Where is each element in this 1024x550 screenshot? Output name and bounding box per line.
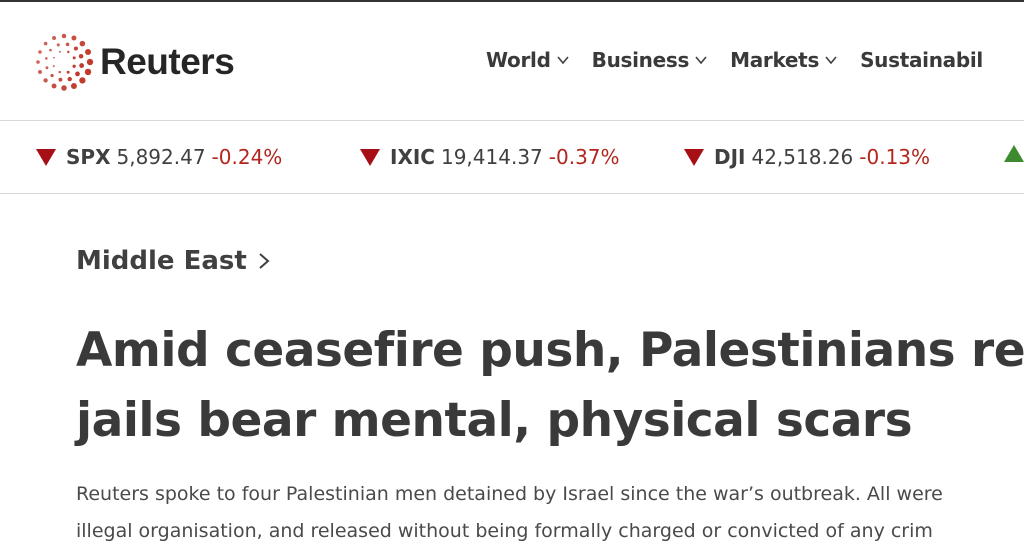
logo-dot — [79, 77, 86, 84]
chevron-down-icon — [557, 56, 569, 65]
logo-dot — [67, 76, 72, 82]
logo-dot — [45, 66, 49, 70]
logo-dot — [43, 78, 48, 83]
logo-dot — [58, 50, 61, 53]
logo-dot — [75, 71, 80, 77]
logo-dot — [79, 63, 85, 68]
ticker-item-spx[interactable]: SPX 5,892.47 -0.24% — [36, 145, 282, 169]
ticker-item-dji[interactable]: DJI 42,518.26 -0.13% — [684, 145, 930, 169]
main-nav: World Business Markets Sustainabil — [486, 48, 1005, 72]
nav-item-markets[interactable]: Markets — [730, 48, 838, 72]
logo-dot — [79, 40, 86, 47]
logo-dot — [72, 56, 76, 60]
chevron-right-icon — [259, 253, 270, 269]
article-headline: Amid ceasefire push, Palestinians rele j… — [76, 316, 1024, 456]
market-ticker: SPX 5,892.47 -0.24% IXIC 19,414.37 -0.37… — [0, 120, 1024, 194]
logo-dot — [58, 77, 63, 82]
ticker-symbol: DJI — [714, 145, 746, 169]
brand-name: Reuters — [100, 41, 235, 82]
up-arrow-icon — [1004, 145, 1024, 162]
logo-dot — [52, 56, 55, 59]
logo-dot — [38, 50, 42, 54]
logo-dot — [84, 68, 92, 76]
ticker-value: 19,414.37 — [440, 145, 543, 169]
chevron-down-icon — [825, 56, 837, 65]
ticker-change: -0.24% — [211, 145, 283, 169]
section-breadcrumb[interactable]: Middle East — [76, 246, 271, 276]
down-arrow-icon — [36, 148, 56, 166]
logo-dot — [85, 49, 92, 56]
logo-dot — [86, 58, 94, 66]
logo-dot — [52, 65, 55, 68]
ticker-item-partial[interactable] — [1004, 145, 1024, 162]
down-arrow-icon — [360, 148, 380, 166]
logo-dot — [52, 35, 57, 40]
logo-dot — [51, 83, 57, 89]
chevron-down-icon — [695, 56, 707, 65]
logo-dot — [45, 57, 48, 60]
nav-item-sustainability[interactable]: Sustainabil — [860, 48, 983, 72]
down-arrow-icon — [684, 148, 704, 166]
ticker-symbol: SPX — [66, 145, 111, 169]
logo-dot — [71, 35, 77, 41]
ticker-item-ixic[interactable]: IXIC 19,414.37 -0.37% — [360, 145, 620, 169]
ticker-change: -0.13% — [859, 145, 931, 169]
ticker-change: -0.37% — [548, 145, 620, 169]
logo-dot — [36, 60, 40, 64]
section-label: Middle East — [76, 246, 247, 276]
nav-item-label: Business — [591, 48, 690, 72]
reuters-logo-link[interactable]: Reuters — [32, 30, 235, 94]
ticker-value: 42,518.26 — [751, 145, 854, 169]
logo-dot — [58, 70, 61, 74]
nav-item-label: World — [486, 48, 551, 72]
nav-item-label: Markets — [730, 48, 820, 72]
logo-dot — [61, 85, 67, 91]
logo-dot — [72, 64, 76, 68]
headline-line: Amid ceasefire push, Palestinians rele — [76, 323, 1024, 378]
logo-dot — [38, 69, 42, 74]
article-summary: Reuters spoke to four Palestinian men de… — [76, 476, 943, 550]
nav-item-world[interactable]: World — [486, 48, 570, 72]
ticker-value: 5,892.47 — [116, 145, 206, 169]
summary-line: Reuters spoke to four Palestinian men de… — [76, 483, 943, 505]
logo-dot — [61, 33, 67, 39]
summary-line: illegal organisation, and released witho… — [76, 520, 933, 542]
site-header: Reuters World Business Markets Sustainab… — [0, 2, 1024, 120]
logo-dot — [78, 54, 84, 59]
logo-dot — [67, 50, 70, 54]
nav-item-label: Sustainabil — [860, 48, 983, 72]
logo-dot — [66, 70, 70, 74]
ticker-symbol: IXIC — [390, 145, 435, 169]
logo-dot — [73, 46, 78, 51]
headline-line: jails bear mental, physical scars — [76, 393, 913, 448]
logo-dot — [70, 83, 77, 89]
logo-dot — [49, 48, 52, 52]
logo-dot — [65, 42, 70, 47]
logo-dot — [50, 73, 54, 78]
logo-dot — [56, 43, 60, 47]
reuters-logo-icon — [36, 33, 94, 91]
nav-item-business[interactable]: Business — [592, 48, 708, 72]
logo-dot — [43, 41, 48, 46]
